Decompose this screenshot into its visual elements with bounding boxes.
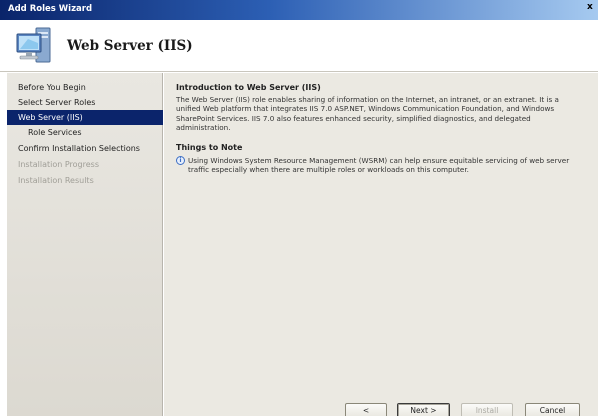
title-bar: Add Roles Wizard x xyxy=(0,0,598,20)
page-title: Web Server (IIS) xyxy=(67,38,193,54)
close-icon[interactable]: x xyxy=(587,2,597,16)
note-text: Using Windows System Resource Management… xyxy=(188,156,570,175)
sidebar-item-role-services[interactable]: Role Services xyxy=(7,125,163,140)
sidebar-item-installation-progress: Installation Progress xyxy=(18,160,99,169)
sidebar-item-installation-results: Installation Results xyxy=(18,176,94,185)
intro-description: The Web Server (IIS) role enables sharin… xyxy=(176,95,559,132)
info-icon: i xyxy=(176,156,185,165)
server-computer-icon xyxy=(16,27,51,63)
intro-heading: Introduction to Web Server (IIS) xyxy=(176,83,321,92)
wizard-steps-sidebar: Before You Begin Select Server Roles Web… xyxy=(7,73,163,416)
previous-button[interactable]: < Previous xyxy=(345,403,387,416)
wizard-content: Introduction to Web Server (IIS) The Web… xyxy=(164,73,598,416)
next-button[interactable]: Next > xyxy=(397,403,450,416)
things-to-note-heading: Things to Note xyxy=(176,143,243,152)
wizard-header: Web Server (IIS) xyxy=(0,20,598,72)
install-button: Install xyxy=(461,403,513,416)
window-title: Add Roles Wizard xyxy=(8,4,93,14)
sidebar-item-confirm-installation[interactable]: Confirm Installation Selections xyxy=(7,141,163,156)
sidebar-item-select-server-roles[interactable]: Select Server Roles xyxy=(7,95,163,110)
sidebar-item-web-server[interactable]: Web Server (IIS) xyxy=(7,110,163,125)
sidebar-item-before-you-begin[interactable]: Before You Begin xyxy=(7,80,163,95)
cancel-button[interactable]: Cancel xyxy=(525,403,580,416)
